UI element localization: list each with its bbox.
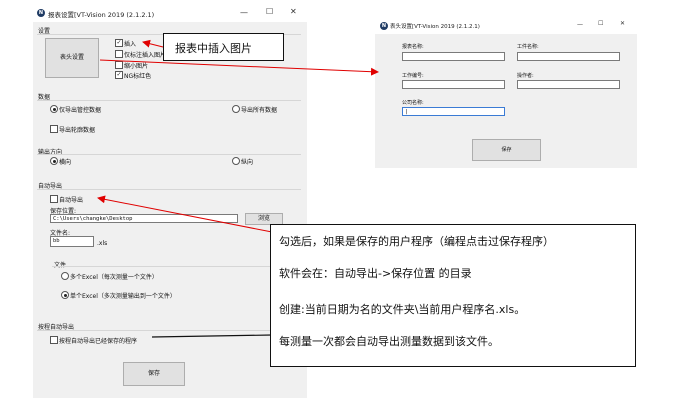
callout-line-1: 勾选后，如果是保存的用户程序（编程点击过保存程序） xyxy=(279,235,554,248)
insert-image-callout-text: 报表中插入图片 xyxy=(175,42,252,55)
arrow-to-header-window xyxy=(99,59,379,76)
callout-line-4: 每测量一次都会自动导出测量数据到该文件。 xyxy=(279,335,499,348)
arrow-to-auto-export xyxy=(97,195,273,233)
callout-line-3: 创建:当前日期为名的文件夹\当前用户程序名.xls。 xyxy=(279,303,526,316)
auto-export-callout: 勾选后，如果是保存的用户程序（编程点击过保存程序） 软件会在：自动导出->保存位… xyxy=(270,224,636,367)
callout-line-2: 软件会在：自动导出->保存位置 的目录 xyxy=(279,267,472,280)
arrow-to-insert-image xyxy=(142,39,164,48)
arrow-to-prog-auto-export xyxy=(151,334,273,338)
insert-image-callout: 报表中插入图片 xyxy=(163,33,284,61)
